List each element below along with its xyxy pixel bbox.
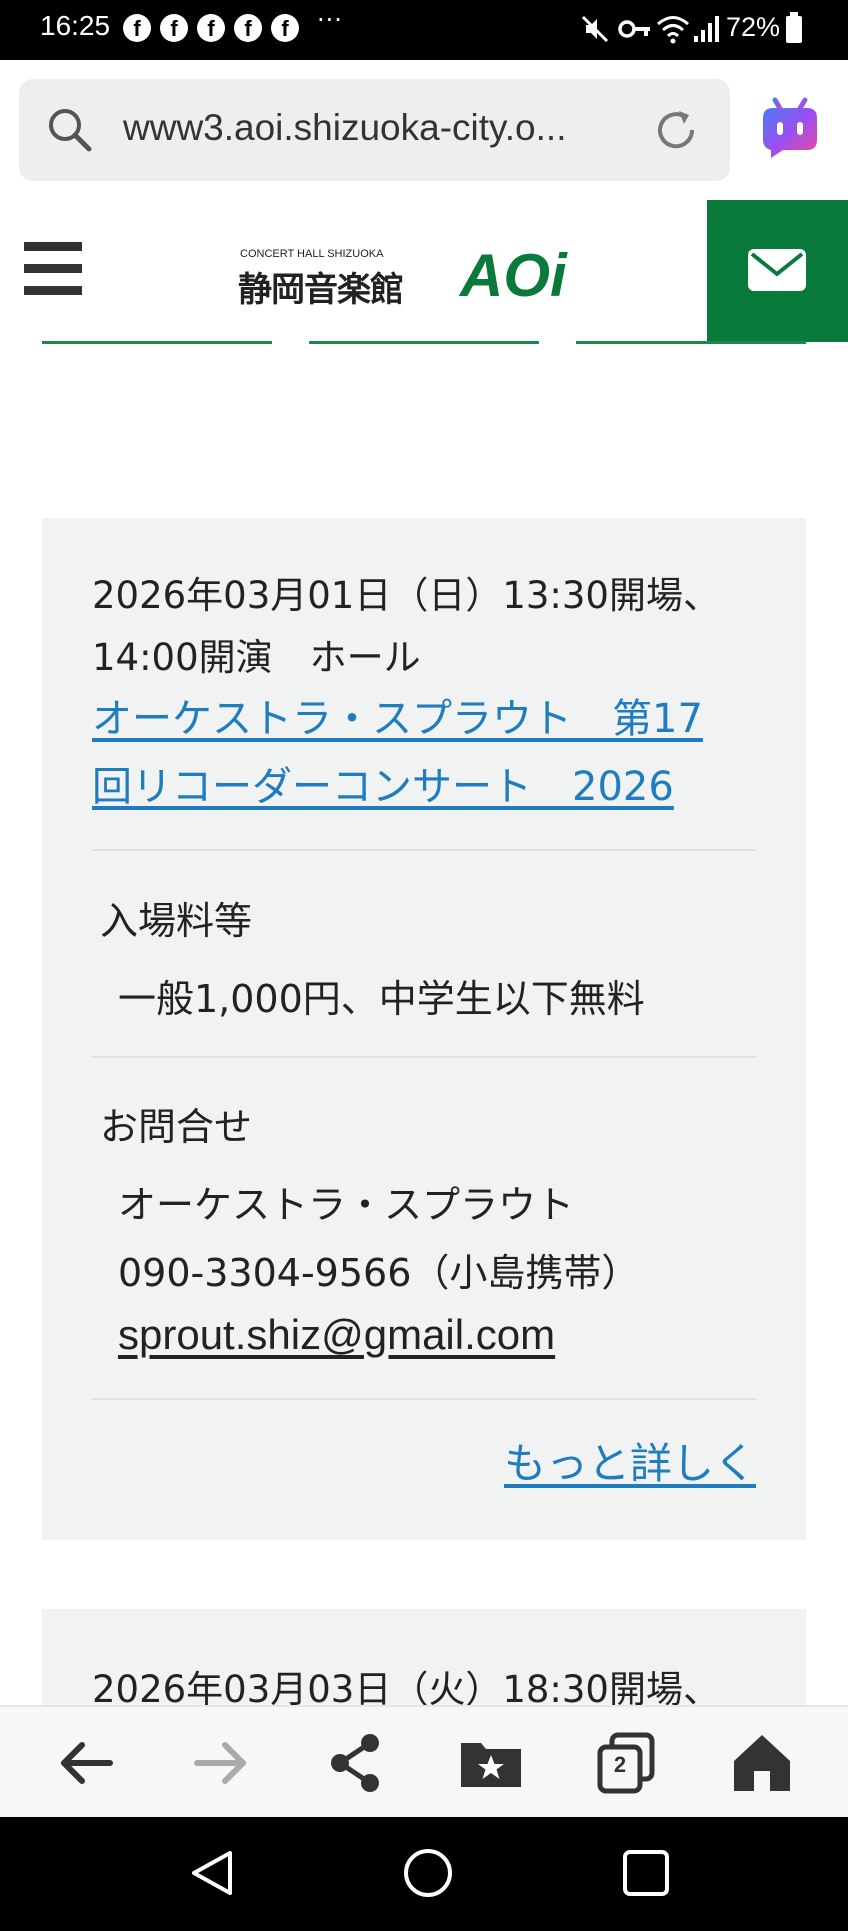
nav-tab-underline [576, 341, 806, 344]
event-title-link[interactable]: オーケストラ・スプラウト 第17 [92, 694, 703, 744]
back-arrow-icon[interactable] [48, 1725, 124, 1801]
facebook-icon: f [160, 14, 188, 42]
divider [92, 1398, 756, 1400]
contact-organization: オーケストラ・スプラウト [118, 1183, 575, 1227]
logo-aoi: AOi [460, 242, 567, 309]
browser-bottom-nav: 2 [0, 1705, 848, 1819]
share-icon[interactable] [318, 1725, 394, 1801]
system-home-icon[interactable] [400, 1845, 456, 1901]
hamburger-menu-icon[interactable] [24, 242, 84, 304]
more-details-link[interactable]: もっと詳しく [504, 1430, 756, 1491]
browser-toolbar: www3.aoi.shizuoka-city.o... [0, 60, 848, 202]
event-date: 2026年03月01日（日）13:30開場、 [92, 574, 720, 617]
more-notifications-icon: ··· [317, 6, 343, 34]
nav-tab-underline [309, 341, 539, 344]
event-title-link[interactable]: 回リコーダーコンサート 2026 [92, 762, 674, 812]
status-bar: 16:25 f f f f f ··· 72% [0, 0, 848, 60]
tabs-button[interactable]: 2 [588, 1725, 664, 1801]
logo-subtitle: CONCERT HALL SHIZUOKA [240, 248, 384, 260]
facebook-icon: f [197, 14, 225, 42]
facebook-icon: f [234, 14, 262, 42]
event-time-venue: 14:00開演 ホール [92, 636, 421, 679]
system-navigation-bar [0, 1817, 848, 1931]
forward-arrow-icon[interactable] [183, 1725, 259, 1801]
site-header: CONCERT HALL SHIZUOKA 静岡音楽館 AOi [0, 200, 848, 342]
home-icon[interactable] [724, 1725, 800, 1801]
divider [92, 1056, 756, 1058]
reload-icon[interactable] [651, 105, 701, 155]
site-logo[interactable]: CONCERT HALL SHIZUOKA 静岡音楽館 AOi [238, 242, 618, 311]
battery-icon [786, 12, 802, 43]
wifi-icon [657, 16, 689, 44]
fee-value: 一般1,000円、中学生以下無料 [118, 977, 645, 1021]
facebook-icon: f [271, 14, 299, 42]
url-text[interactable]: www3.aoi.shizuoka-city.o... [123, 107, 643, 149]
contact-label: お問合せ [100, 1105, 253, 1149]
tab-count: 2 [613, 1752, 627, 1777]
fee-label: 入場料等 [100, 899, 253, 943]
bookmarks-icon[interactable] [453, 1725, 529, 1801]
battery-percent: 72% [726, 12, 781, 42]
vpn-key-icon [618, 20, 650, 38]
facebook-icon: f [123, 14, 151, 42]
divider [92, 849, 756, 851]
contact-mail-button[interactable] [707, 200, 848, 342]
address-bar[interactable]: www3.aoi.shizuoka-city.o... [19, 79, 730, 181]
system-recents-icon[interactable] [620, 1847, 672, 1899]
cellular-signal-icon [694, 16, 719, 42]
system-back-icon[interactable] [186, 1847, 238, 1899]
mute-icon [581, 15, 609, 43]
assistant-bot-icon[interactable] [755, 94, 825, 164]
mail-icon [748, 249, 806, 291]
event-card: 2026年03月01日（日）13:30開場、 14:00開演 ホール オーケスト… [42, 518, 806, 1540]
search-icon [49, 109, 92, 152]
logo-kanji: 静岡音楽館 [238, 270, 404, 310]
nav-tab-underline [42, 341, 272, 344]
contact-phone[interactable]: 090-3304-9566（小島携帯） [118, 1242, 639, 1297]
contact-email-link[interactable]: sprout.shiz@gmail.com [118, 1311, 555, 1359]
status-time: 16:25 [40, 10, 111, 41]
